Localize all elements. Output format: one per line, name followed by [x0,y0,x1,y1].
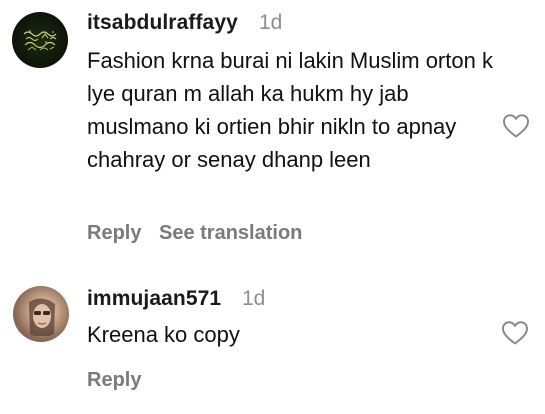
username[interactable]: itsabdulraffayy [87,11,238,35]
comment-timestamp[interactable]: 1d [242,287,265,311]
comment-text: Fashion krna burai ni lakin Muslim orton… [87,48,493,172]
see-translation-button[interactable]: See translation [159,222,302,245]
heart-outline-icon[interactable] [502,113,530,139]
comment-timestamp[interactable]: 1d [259,11,282,35]
avatar[interactable] [13,286,69,342]
calligraphy-avatar-icon [23,30,57,51]
avatar[interactable] [12,12,68,68]
reply-button[interactable]: Reply [87,369,141,392]
heart-outline-icon[interactable] [501,320,529,346]
username[interactable]: immujaan571 [87,287,221,311]
profile-photo-avatar-icon [29,298,55,336]
reply-button[interactable]: Reply [87,222,141,245]
comment-text: Kreena ko copy [87,322,240,347]
